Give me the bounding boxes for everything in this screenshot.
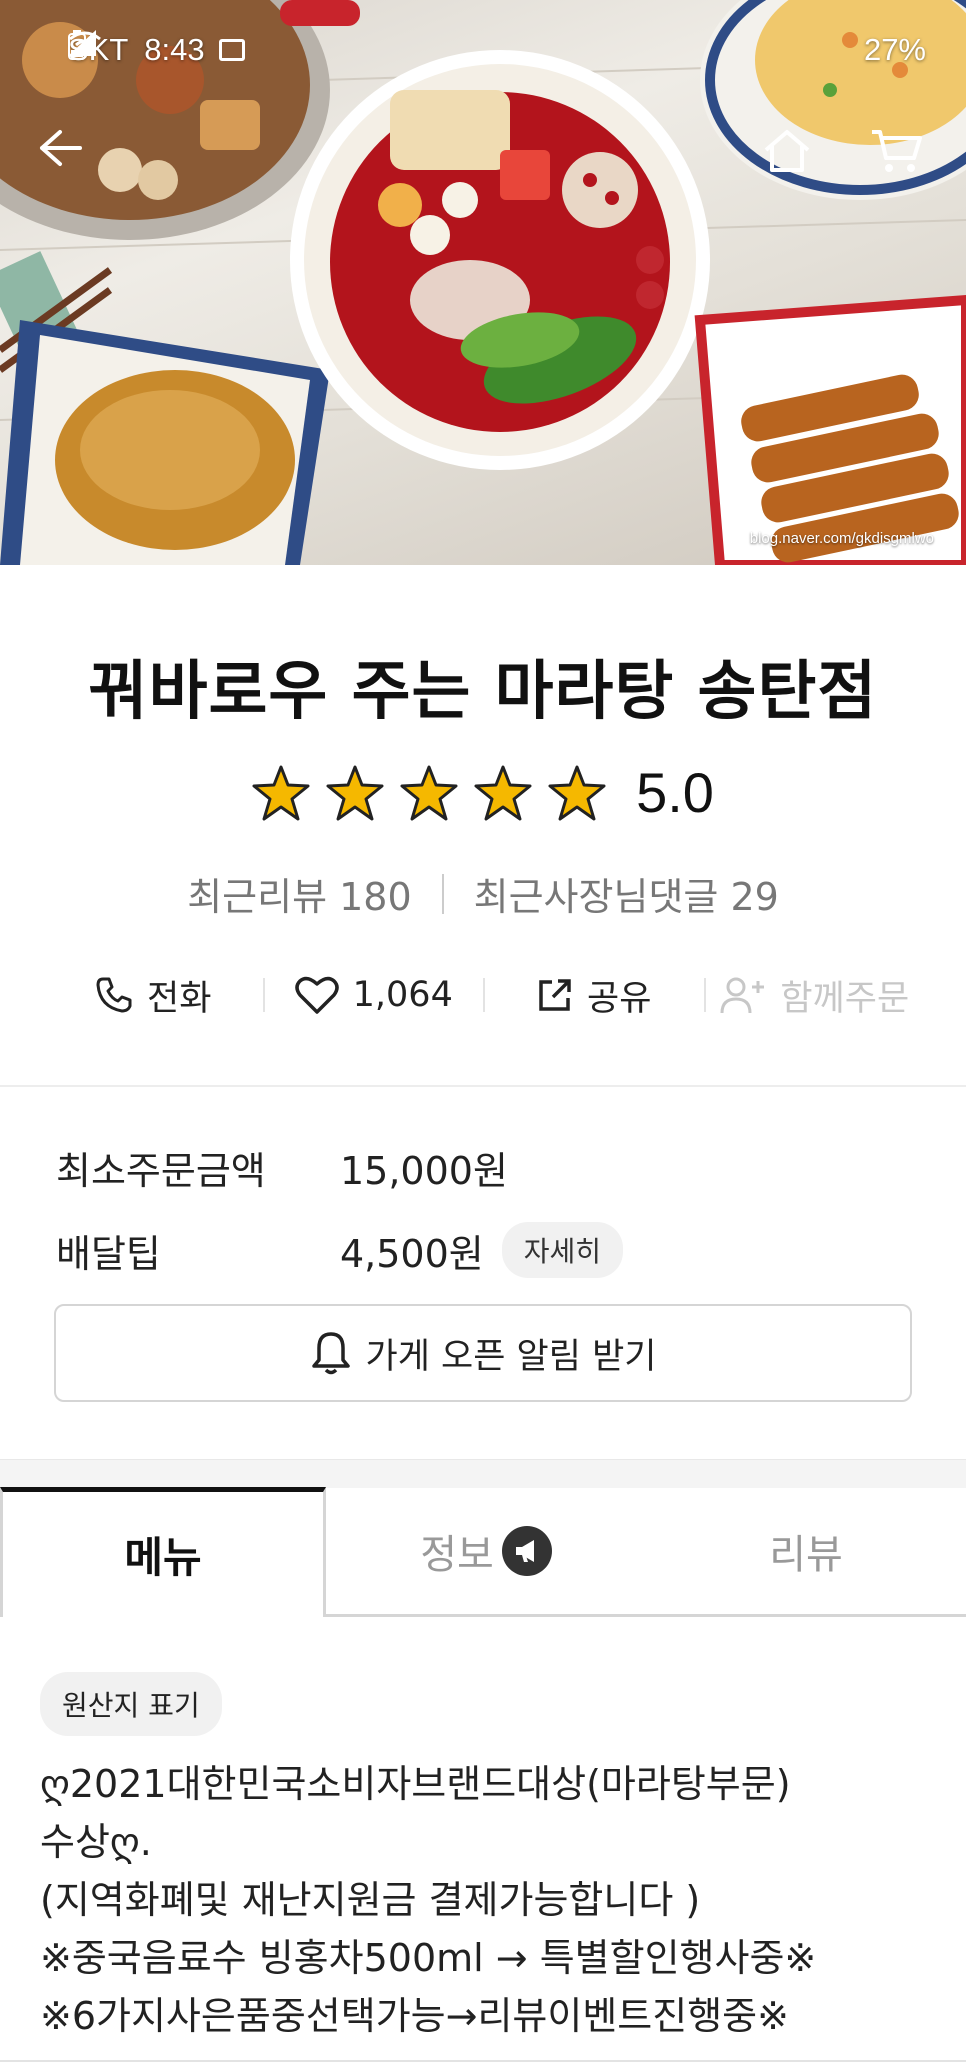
heart-icon xyxy=(294,976,339,1014)
min-order-label: 최소주문금액 xyxy=(56,1149,266,1193)
back-button[interactable] xyxy=(38,128,98,188)
recent-reviews-link[interactable]: 최근리뷰 180 xyxy=(187,866,411,921)
battery-icon xyxy=(68,30,86,60)
owner-replies-link[interactable]: 최근사장님댓글 29 xyxy=(474,866,779,921)
tab-info-label: 정보 xyxy=(420,1531,494,1578)
notice-line: ※중국음료수 빙홍차500ml → 특별할인행사중※ xyxy=(40,1936,817,1980)
bottom-divider xyxy=(0,2060,966,2062)
store-tabs: 메뉴 정보 리뷰 xyxy=(0,1487,966,1617)
add-person-icon xyxy=(720,977,765,1014)
cart-icon xyxy=(872,130,922,172)
notice-line: (지역화폐및 재난지원금 결제가능합니다 ) xyxy=(40,1878,701,1922)
share-button[interactable]: 공유 xyxy=(485,970,704,1021)
star-icon xyxy=(548,765,606,820)
notify-label: 가게 오픈 알림 받기 xyxy=(365,1336,657,1377)
share-label: 공유 xyxy=(587,978,652,1019)
battery-level: 27% xyxy=(863,32,926,67)
home-icon xyxy=(764,130,810,172)
notice-line: 수상ღ. xyxy=(40,1820,152,1864)
store-name: 꿔바로우 주는 마라탕 송탄점 xyxy=(88,655,878,729)
rating-row: 5.0 xyxy=(0,760,966,825)
share-icon xyxy=(539,979,571,1011)
notice-line: ※6가지사은품중선택가능→리뷰이벤트진행중※ xyxy=(40,1994,789,2038)
back-arrow-icon xyxy=(40,130,82,166)
home-button[interactable] xyxy=(762,128,822,188)
call-label: 전화 xyxy=(147,978,212,1019)
delivery-tip-label: 배달팁 xyxy=(56,1231,161,1276)
notice-line: ღ2021대한민국소비자브랜드대상(마라탕부문) xyxy=(40,1762,791,1806)
store-open-notify-button[interactable]: 가게 오픈 알림 받기 xyxy=(54,1304,912,1402)
group-order-button[interactable]: 함께주문 xyxy=(706,970,925,1021)
star-icon xyxy=(400,765,458,820)
phone-icon xyxy=(96,977,132,1013)
status-bar: SKT 8:43 27% xyxy=(68,30,926,70)
origin-label-button[interactable]: 원산지 표기 xyxy=(40,1672,222,1736)
tab-info[interactable]: 정보 xyxy=(326,1487,646,1617)
clock: 8:43 xyxy=(144,32,205,67)
min-order-row: 최소주문금액 15,000원 xyxy=(56,1140,508,1195)
delivery-tip-detail-button[interactable]: 자세히 xyxy=(501,1222,624,1278)
star-icon xyxy=(474,765,532,820)
bell-icon xyxy=(311,1332,350,1375)
call-button[interactable]: 전화 xyxy=(44,970,263,1021)
store-notice: ღ2021대한민국소비자브랜드대상(마라탕부문) 수상ღ. (지역화폐및 재난지… xyxy=(40,1755,940,2045)
like-count: 1,064 xyxy=(352,975,453,1015)
store-actions: 전화 1,064 공유 함께주문 xyxy=(44,965,924,1025)
delivery-tip-value: 4,500원 xyxy=(340,1231,484,1276)
image-watermark: blog.naver.com/gkdisgmlwo xyxy=(749,530,934,547)
food-illustration xyxy=(0,0,966,565)
divider xyxy=(441,873,444,914)
section-divider xyxy=(0,1459,966,1488)
min-order-value: 15,000원 xyxy=(340,1149,508,1193)
like-button[interactable]: 1,064 xyxy=(265,975,484,1015)
rating-value: 5.0 xyxy=(636,761,714,824)
tab-review[interactable]: 리뷰 xyxy=(646,1487,966,1617)
section-divider xyxy=(0,1085,966,1087)
megaphone-icon xyxy=(501,1525,552,1576)
star-icon xyxy=(252,765,310,820)
review-counts: 최근리뷰 180 최근사장님댓글 29 xyxy=(0,866,966,921)
cart-button[interactable] xyxy=(870,128,930,188)
tab-menu[interactable]: 메뉴 xyxy=(0,1487,326,1617)
store-hero-image: SKT 8:43 27% blog.naver.com/gkdisgmlwo xyxy=(0,0,966,565)
gallery-icon xyxy=(218,39,245,61)
star-rating xyxy=(252,765,606,821)
group-order-label: 함께주문 xyxy=(780,978,910,1019)
star-icon xyxy=(326,765,384,820)
delivery-tip-row: 배달팁 4,500원 자세히 xyxy=(56,1222,624,1278)
